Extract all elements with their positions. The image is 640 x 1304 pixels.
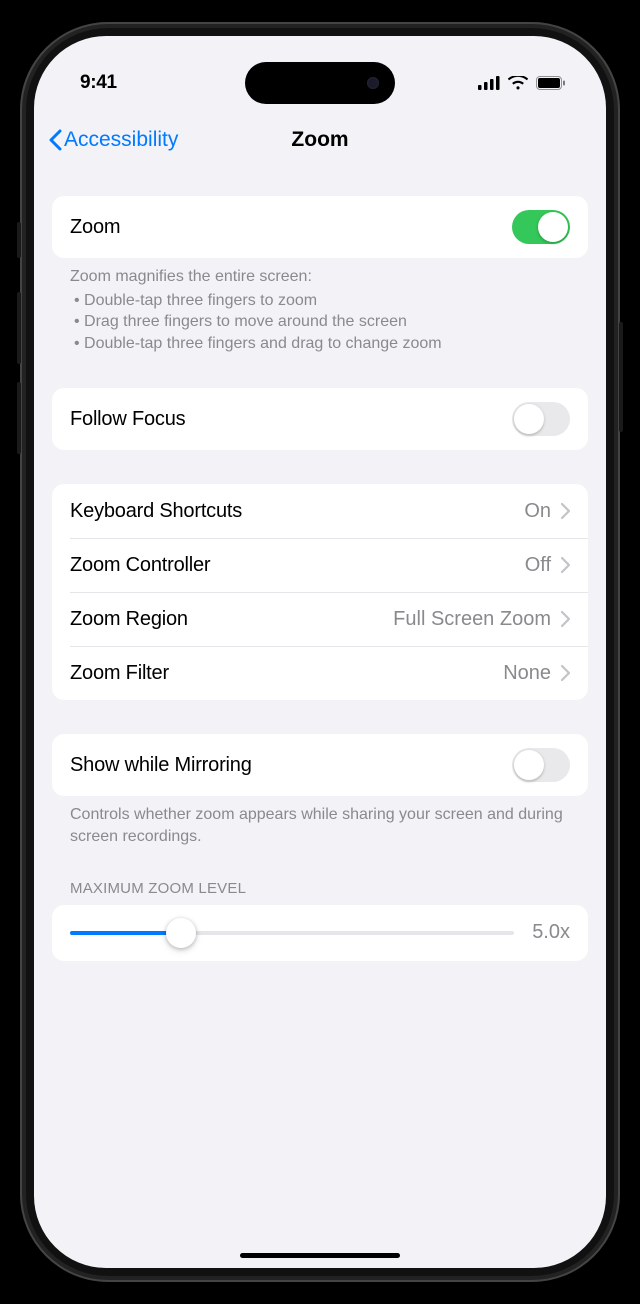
follow-focus-group: Follow Focus <box>52 388 588 450</box>
dynamic-island <box>245 62 395 104</box>
max-zoom-slider[interactable] <box>70 919 514 947</box>
follow-focus-label: Follow Focus <box>70 408 185 431</box>
mirroring-label: Show while Mirroring <box>70 754 252 777</box>
zoom-filter-row[interactable]: Zoom Filter None <box>52 646 588 700</box>
zoom-region-row[interactable]: Zoom Region Full Screen Zoom <box>52 592 588 646</box>
zoom-controller-row[interactable]: Zoom Controller Off <box>52 538 588 592</box>
wifi-icon <box>508 76 528 90</box>
mirroring-group: Show while Mirroring <box>52 734 588 796</box>
cellular-icon <box>478 76 500 90</box>
follow-focus-switch[interactable] <box>512 402 570 436</box>
battery-icon <box>536 76 566 90</box>
follow-focus-row[interactable]: Follow Focus <box>52 388 588 450</box>
zoom-label: Zoom <box>70 216 120 239</box>
status-time: 9:41 <box>80 72 117 94</box>
max-zoom-value: 5.0x <box>532 921 570 944</box>
options-group: Keyboard Shortcuts On Zoom Controller Of… <box>52 484 588 700</box>
zoom-toggle-group: Zoom <box>52 196 588 258</box>
mirroring-description: Controls whether zoom appears while shar… <box>52 796 588 847</box>
show-while-mirroring-row[interactable]: Show while Mirroring <box>52 734 588 796</box>
keyboard-shortcuts-row[interactable]: Keyboard Shortcuts On <box>52 484 588 538</box>
chevron-right-icon <box>561 557 570 573</box>
max-zoom-row: 5.0x <box>52 905 588 961</box>
zoom-description: Zoom magnifies the entire screen: Double… <box>52 258 588 354</box>
chevron-right-icon <box>561 503 570 519</box>
back-button[interactable]: Accessibility <box>48 128 178 152</box>
max-zoom-header: MAXIMUM ZOOM LEVEL <box>52 880 588 897</box>
back-label: Accessibility <box>64 128 178 152</box>
zoom-switch[interactable] <box>512 210 570 244</box>
mirroring-switch[interactable] <box>512 748 570 782</box>
navigation-bar: Accessibility Zoom <box>34 112 606 168</box>
home-indicator[interactable] <box>240 1253 400 1258</box>
chevron-left-icon <box>48 129 62 151</box>
chevron-right-icon <box>561 665 570 681</box>
chevron-right-icon <box>561 611 570 627</box>
zoom-toggle-row[interactable]: Zoom <box>52 196 588 258</box>
slider-thumb[interactable] <box>166 918 196 948</box>
